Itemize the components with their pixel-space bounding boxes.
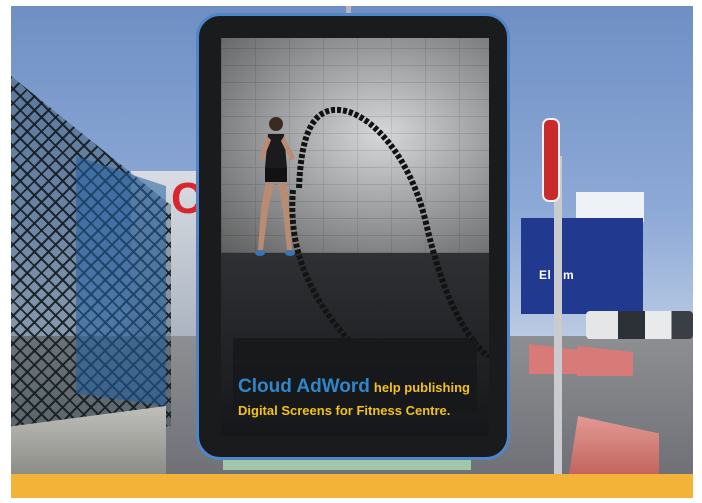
store-building-right [521, 218, 643, 314]
caption-panel [233, 338, 477, 412]
athlete-with-battle-ropes [255, 106, 489, 358]
sign-pole [554, 156, 562, 474]
tagline-part-1: help publishing [373, 380, 470, 395]
tagline-part-2: Digital Screens for Fitness Centre. [238, 403, 451, 418]
digital-billboard: Cloud AdWord help publishing Digital Scre… [196, 13, 510, 460]
no-entry-sign [542, 118, 560, 202]
parked-cars [586, 311, 693, 339]
brand-name: Cloud AdWord [238, 376, 370, 397]
fence-tarp [76, 156, 166, 406]
caption-line-1: Cloud AdWord help publishing [238, 376, 470, 398]
